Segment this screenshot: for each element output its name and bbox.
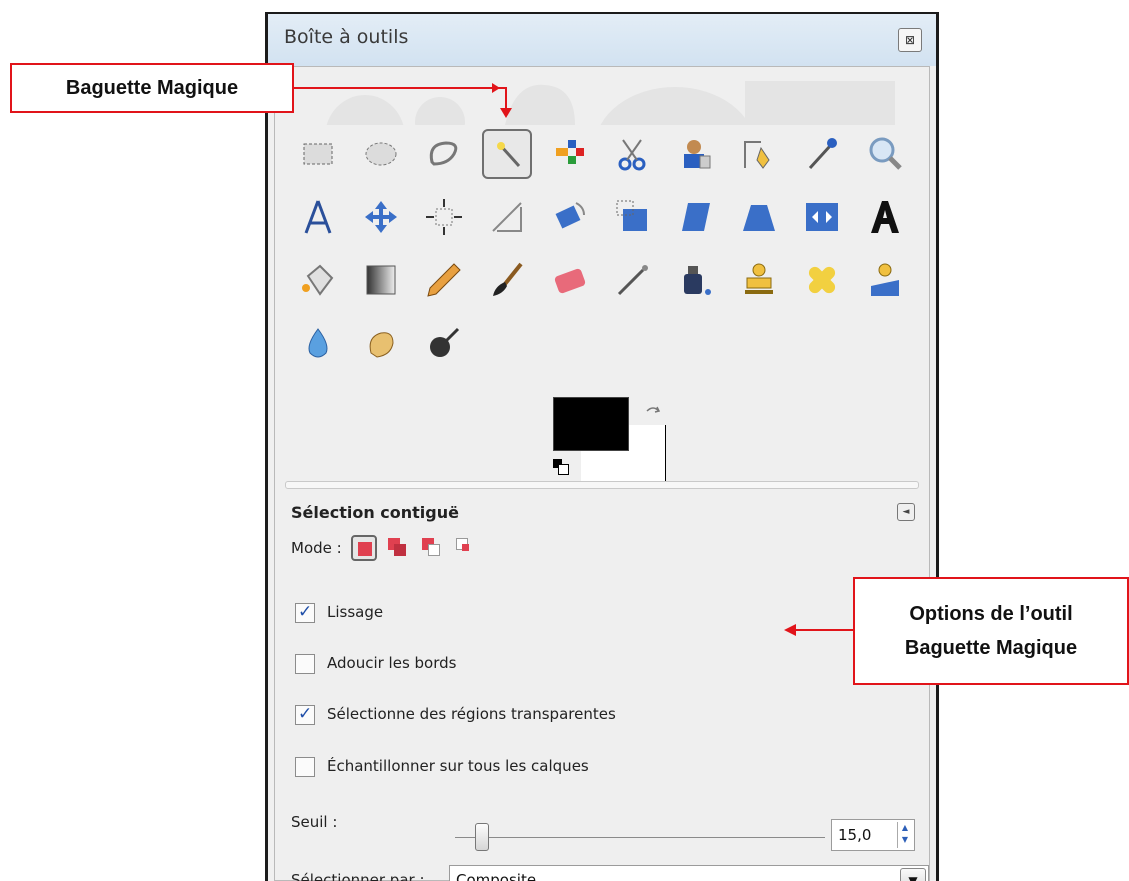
toolbox-window: Boîte à outils ⊠ Sélection contiguë ◄ Mo…	[265, 12, 939, 881]
select-by-value: Composite	[456, 871, 537, 881]
antialias-label: Lissage	[327, 603, 384, 621]
measure-icon[interactable]	[293, 192, 343, 242]
mode-intersect-icon[interactable]	[453, 535, 479, 561]
chevron-down-icon[interactable]: ▼	[900, 868, 926, 881]
eraser-icon[interactable]	[545, 255, 595, 305]
feather-checkbox[interactable]	[295, 654, 315, 674]
callout-options-arrow	[784, 624, 854, 636]
mode-subtract-icon[interactable]	[419, 535, 445, 561]
collapse-icon[interactable]: ◄	[897, 503, 915, 521]
antialias-checkbox[interactable]	[295, 602, 315, 623]
color-picker-icon[interactable]	[797, 129, 847, 179]
clone-icon[interactable]	[734, 255, 784, 305]
fuzzy-select-icon[interactable]	[482, 129, 532, 179]
scissors-select-icon[interactable]	[608, 129, 658, 179]
blur-icon[interactable]	[293, 318, 343, 368]
callout-options-line2: Baguette Magique	[904, 637, 1078, 659]
mode-add-icon[interactable]	[385, 535, 411, 561]
window-title: Boîte à outils	[284, 26, 409, 48]
transparent-label: Sélectionne des régions transparentes	[327, 705, 616, 723]
panel-separator[interactable]	[285, 481, 919, 489]
perspective-clone-icon[interactable]	[860, 255, 910, 305]
fg-color-swatch[interactable]	[553, 397, 629, 451]
move-icon[interactable]	[356, 192, 406, 242]
perspective-icon[interactable]	[734, 192, 784, 242]
ink-icon[interactable]	[671, 255, 721, 305]
callout-options-line1: Options de l’outil	[909, 603, 1073, 625]
feather-label: Adoucir les bords	[327, 654, 457, 672]
crop-icon[interactable]	[482, 192, 532, 242]
threshold-spinbox[interactable]: 15,0 ▲ ▼	[831, 819, 915, 851]
spin-arrows-icon[interactable]: ▲ ▼	[897, 822, 912, 848]
dodge-burn-icon[interactable]	[419, 318, 469, 368]
threshold-slider-thumb[interactable]	[475, 823, 489, 851]
swap-colors-icon[interactable]	[643, 403, 663, 423]
smudge-icon[interactable]	[356, 318, 406, 368]
sample-merged-checkbox[interactable]	[295, 757, 315, 777]
sample-merged-label: Échantillonner sur tous les calques	[327, 757, 589, 775]
paths-icon[interactable]	[734, 129, 784, 179]
free-select-icon[interactable]	[419, 129, 469, 179]
rotate-icon[interactable]	[545, 192, 595, 242]
rect-select-icon[interactable]	[293, 129, 343, 179]
callout-wand-text: Baguette Magique	[65, 77, 239, 99]
close-button[interactable]: ⊠	[898, 28, 922, 52]
threshold-value[interactable]: 15,0	[838, 826, 871, 844]
heal-icon[interactable]	[797, 255, 847, 305]
title-bar[interactable]: Boîte à outils ⊠	[268, 14, 936, 66]
foreground-select-icon[interactable]	[671, 129, 721, 179]
select-by-combo[interactable]: Composite ▼	[449, 865, 929, 881]
zoom-icon[interactable]	[860, 129, 910, 179]
bucket-fill-icon[interactable]	[293, 255, 343, 305]
mode-label: Mode :	[291, 539, 342, 557]
callout-options: Options de l’outil Baguette Magique	[853, 577, 1129, 685]
options-title: Sélection contiguë	[291, 503, 459, 522]
threshold-label: Seuil :	[291, 813, 338, 831]
align-icon[interactable]	[419, 192, 469, 242]
toolbox-client: Sélection contiguë ◄ Mode : Lissage Adou…	[274, 66, 930, 881]
callout-wand-arrow	[294, 83, 512, 118]
pencil-icon[interactable]	[419, 255, 469, 305]
callout-wand: Baguette Magique	[10, 63, 294, 113]
ellipse-select-icon[interactable]	[356, 129, 406, 179]
select-by-label: Sélectionner par :	[291, 871, 425, 881]
flip-icon[interactable]	[797, 192, 847, 242]
airbrush-icon[interactable]	[608, 255, 658, 305]
paintbrush-icon[interactable]	[482, 255, 532, 305]
text-icon[interactable]	[860, 192, 910, 242]
blend-icon[interactable]	[356, 255, 406, 305]
by-color-select-icon[interactable]	[545, 129, 595, 179]
default-colors-icon[interactable]	[553, 459, 569, 475]
mode-replace-icon[interactable]	[351, 535, 377, 561]
shear-icon[interactable]	[671, 192, 721, 242]
transparent-checkbox[interactable]	[295, 704, 315, 725]
scale-icon[interactable]	[608, 192, 658, 242]
threshold-slider-track[interactable]	[455, 837, 825, 838]
